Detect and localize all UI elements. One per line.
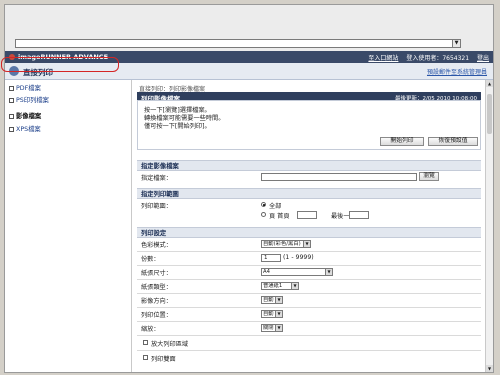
chevron-down-icon: ▼ xyxy=(325,269,332,275)
instruction-line: 僅可按一下[開始列印]。 xyxy=(144,123,211,130)
select-value: 自動(彩色/黑白) xyxy=(263,241,301,247)
portal-link[interactable]: 至入口網站 xyxy=(368,55,398,62)
duplex-label: 列印雙面 xyxy=(151,356,176,363)
divider xyxy=(137,279,481,280)
divider xyxy=(137,307,481,308)
chevron-down-icon[interactable]: ▼ xyxy=(452,39,461,48)
sidebar-item-label: PS印列檔案 xyxy=(16,97,49,104)
orientation-label: 影像方向： xyxy=(141,298,172,305)
bullet-icon xyxy=(9,126,14,132)
scroll-down-icon[interactable]: ▼ xyxy=(486,365,493,372)
login-user: 登入使用者：7654321 xyxy=(406,55,470,62)
vertical-scrollbar[interactable]: ▲ ▼ xyxy=(485,80,493,372)
divider xyxy=(137,251,481,252)
logout-link[interactable]: 登出 xyxy=(477,55,489,62)
copies-input[interactable]: 1 xyxy=(261,254,281,262)
color-mode-select[interactable]: 自動(彩色/黑白) ▼ xyxy=(261,240,311,248)
sidebar-item-xps[interactable]: XPS檔案 xyxy=(9,124,41,133)
bullet-icon xyxy=(9,113,14,119)
mail-admin-link[interactable]: 預設郵件至系統管理員 xyxy=(427,67,487,76)
bullet-icon xyxy=(9,97,14,103)
to-page-input[interactable] xyxy=(349,211,369,219)
main-content: 直接列印：列印影像檔案 列印影像檔案 最後更新：2/05 2010 10:08:… xyxy=(133,80,485,372)
scroll-thumb[interactable] xyxy=(487,94,492,134)
divider xyxy=(137,335,481,336)
enlarge-area-label: 放大列印區域 xyxy=(151,341,189,348)
divider xyxy=(137,350,481,351)
scroll-up-icon[interactable]: ▲ xyxy=(486,80,493,87)
paper-type-label: 紙張類型： xyxy=(141,284,172,291)
chevron-down-icon: ▼ xyxy=(275,325,282,331)
paper-size-label: 紙張尺寸： xyxy=(141,270,172,277)
sidebar-item-label: 影像檔案 xyxy=(16,113,42,120)
start-print-button[interactable]: 開始列印 xyxy=(380,137,424,146)
print-settings-header: 列印設定 xyxy=(137,227,481,238)
sidebar-item-image[interactable]: 影像檔案 xyxy=(9,111,41,120)
range-all-label: 全部 xyxy=(269,203,282,210)
chevron-down-icon: ▼ xyxy=(303,241,310,247)
address-bar[interactable]: ▼ xyxy=(15,39,461,48)
sidebar-item-label: XPS檔案 xyxy=(16,126,41,133)
specify-file-header: 指定影像檔案 xyxy=(137,160,481,171)
chevron-down-icon: ▼ xyxy=(275,297,282,303)
paper-size-select[interactable]: A4 ▼ xyxy=(261,268,333,276)
select-value: 自動 xyxy=(263,297,274,303)
sidebar: PDF檔案 PS印列檔案 影像檔案 XPS檔案 xyxy=(5,80,132,372)
restore-defaults-button[interactable]: 恢復預設值 xyxy=(428,137,478,146)
browse-button[interactable]: 瀏覽 xyxy=(419,172,439,181)
divider xyxy=(137,293,481,294)
section-title: 指定列印範圍 xyxy=(141,191,179,198)
section-title: 指定影像檔案 xyxy=(141,163,179,170)
sidebar-item-label: PDF檔案 xyxy=(16,85,41,92)
file-label: 指定檔案： xyxy=(141,175,172,182)
position-label: 列印位置： xyxy=(141,312,172,319)
color-mode-label: 色彩模式： xyxy=(141,242,172,249)
browser-toolbar: ▼ xyxy=(5,5,493,49)
header-links: 至入口網站 登入使用者：7654321 登出 xyxy=(362,53,489,62)
orientation-select[interactable]: 自動 ▼ xyxy=(261,296,283,304)
section-title: 列印設定 xyxy=(141,230,167,237)
zoom-select[interactable]: 關閉 ▼ xyxy=(261,324,283,332)
divider xyxy=(137,265,481,266)
enlarge-area-checkbox[interactable] xyxy=(143,340,148,345)
sidebar-item-ps[interactable]: PS印列檔案 xyxy=(9,95,49,104)
instructions-box: 按一下[瀏覽]選擇檔案。 轉換檔案可能需要一些時間。 僅可按一下[開始列印]。 … xyxy=(137,100,481,150)
duplex-checkbox[interactable] xyxy=(143,355,148,360)
bullet-icon xyxy=(9,85,14,91)
sidebar-item-pdf[interactable]: PDF檔案 xyxy=(9,83,41,92)
select-value: 自動 xyxy=(263,311,274,317)
chevron-down-icon: ▼ xyxy=(291,283,298,289)
zoom-label: 縮放： xyxy=(141,326,160,333)
paper-type-select[interactable]: 普通紙1 ▼ xyxy=(261,282,299,290)
chevron-down-icon: ▼ xyxy=(275,311,282,317)
from-page-input[interactable] xyxy=(297,211,317,219)
web-page: imageRUNNER ADVANCE 至入口網站 登入使用者：7654321 … xyxy=(5,51,493,372)
range-pages-radio[interactable] xyxy=(261,212,266,217)
copies-range: (1 - 9999) xyxy=(283,254,314,261)
highlight-annotation xyxy=(1,57,119,72)
range-all-radio[interactable] xyxy=(261,202,266,207)
position-select[interactable]: 自動 ▼ xyxy=(261,310,283,318)
divider xyxy=(137,321,481,322)
select-value: 關閉 xyxy=(263,325,274,331)
copies-label: 份數： xyxy=(141,256,160,263)
file-path-input[interactable] xyxy=(261,173,417,181)
range-label: 列印範圍： xyxy=(141,203,172,210)
range-pages-label: 頁 首頁 xyxy=(269,213,290,220)
select-value: A4 xyxy=(263,269,270,275)
print-range-header: 指定列印範圍 xyxy=(137,188,481,199)
select-value: 普通紙1 xyxy=(263,283,283,289)
